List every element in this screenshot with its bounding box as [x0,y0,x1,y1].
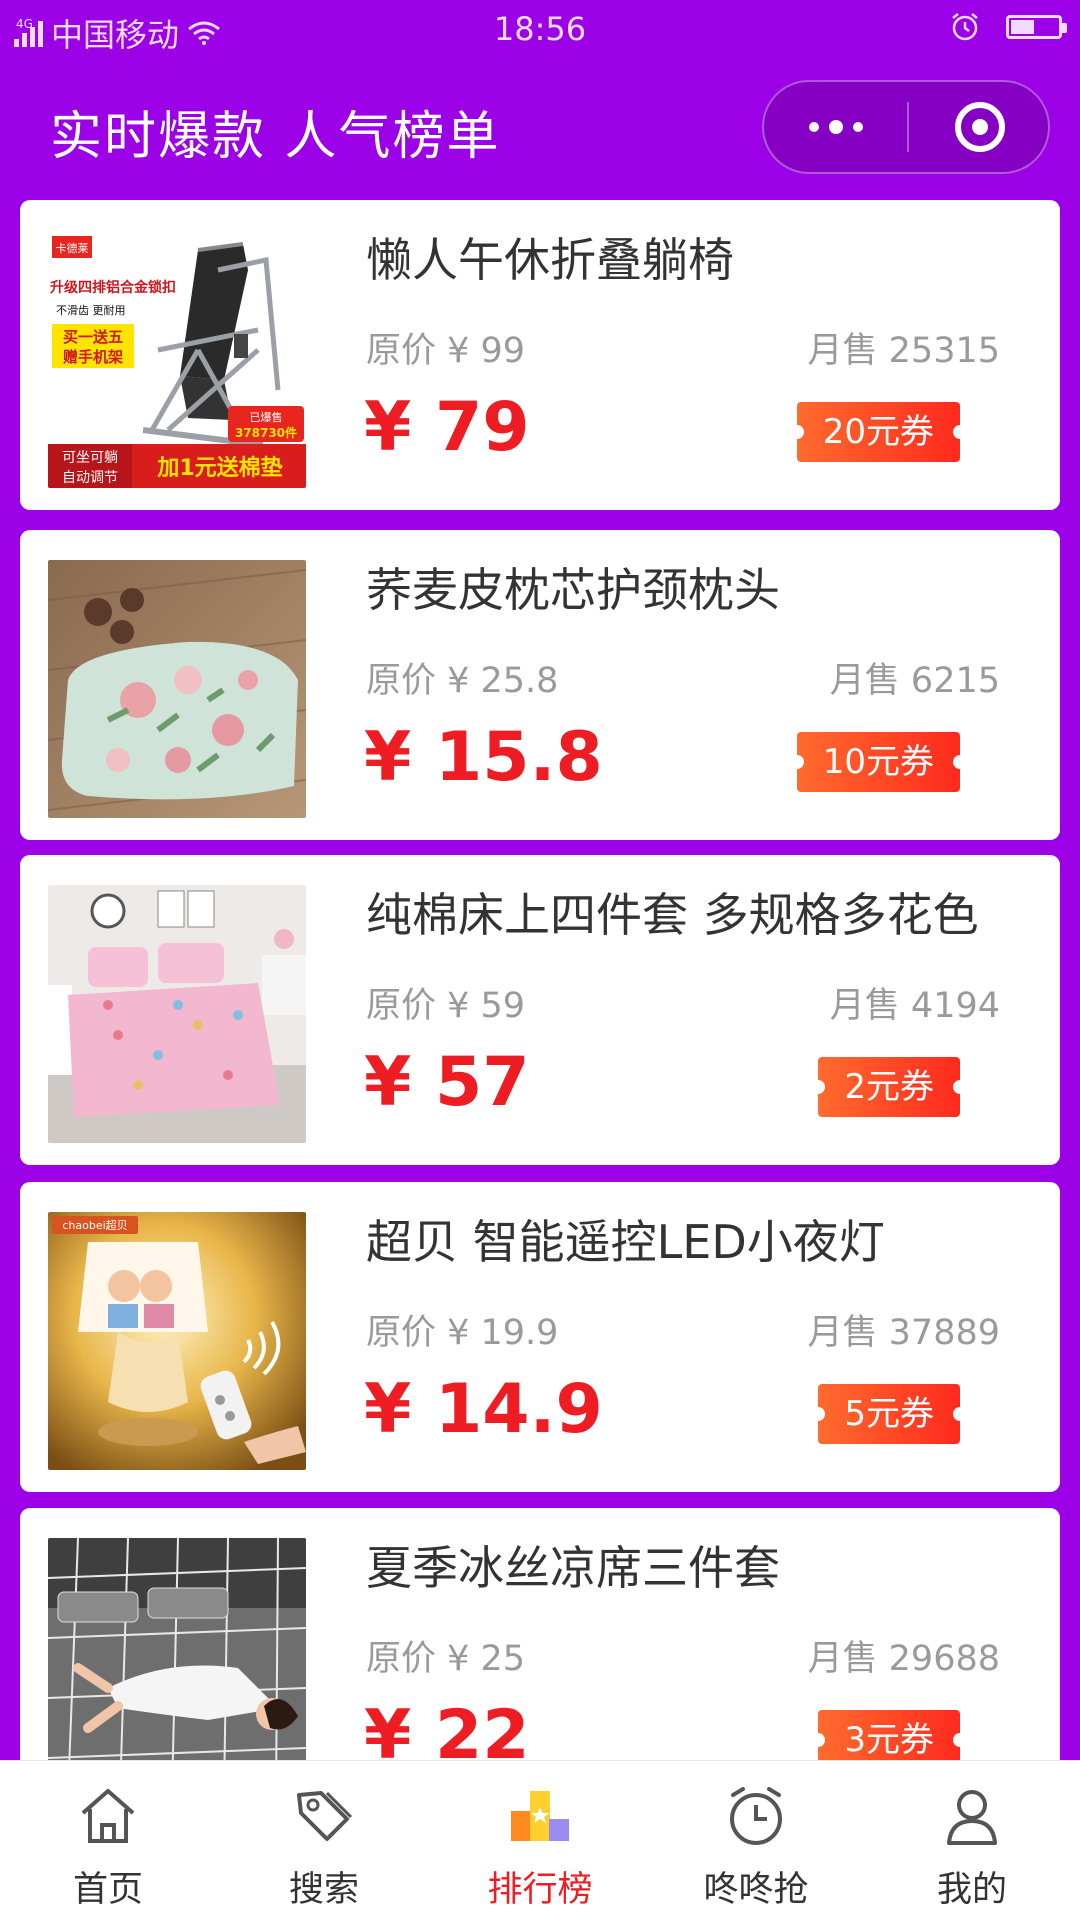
product-image-bedding[interactable] [48,885,306,1143]
coupon-badge[interactable]: 2元券 [811,1057,967,1117]
sale-price: ¥ 57 [364,1043,530,1122]
status-time: 18:56 [493,10,587,48]
tab-label: 咚咚抢 [703,1870,809,1910]
coupon-badge[interactable]: 5元券 [811,1384,967,1444]
tab-profile[interactable]: 我的 [864,1761,1080,1921]
monthly-sales: 月售 29688 [807,1639,1000,1679]
coupon-badge[interactable]: 20元券 [789,402,968,462]
home-icon [73,1781,143,1851]
tab-label: 排行榜 [487,1870,593,1910]
svg-text:赠手机架: 赠手机架 [63,348,123,366]
monthly-sales: 月售 37889 [807,1313,1000,1353]
sale-price: ¥ 15.8 [364,718,603,797]
tab-home[interactable]: 首页 [0,1761,216,1921]
tab-label: 搜索 [288,1870,359,1910]
product-title: 夏季冰丝凉席三件套 [366,1541,780,1595]
status-right [950,12,1067,42]
svg-text:chaobei超贝: chaobei超贝 [62,1218,127,1232]
original-price: 原价 ¥ 25 [366,1639,526,1679]
tab-bar: 首页 搜索 排行榜 咚咚抢 我的 [0,1760,1080,1921]
svg-text:卡德莱: 卡德莱 [56,241,89,255]
tab-search[interactable]: 搜索 [216,1761,432,1921]
svg-text:买一送五: 买一送五 [63,328,123,346]
battery-icon [1006,15,1067,39]
ranking-icon [505,1781,575,1851]
battery-level [1011,20,1034,34]
original-price: 原价 ¥ 19.9 [366,1313,559,1353]
product-card[interactable]: 卡德莱 升级四排铝合金锁扣 不滑齿 更耐用 买一送五 赠手机架 已爆售 3787… [20,200,1060,510]
svg-text:不滑齿 更耐用: 不滑齿 更耐用 [56,304,126,317]
product-card[interactable]: chaobei超贝 超贝 智能遥控LED小夜灯 原价 ¥ 19.9 月售 378… [20,1182,1060,1492]
target-icon[interactable] [909,82,1050,172]
svg-text:已爆售: 已爆售 [250,410,283,424]
product-title: 超贝 智能遥控LED小夜灯 [366,1215,885,1269]
product-title: 懒人午休折叠躺椅 [366,233,734,287]
coupon-badge[interactable]: 10元券 [789,732,968,792]
svg-text:升级四排铝合金锁扣: 升级四排铝合金锁扣 [50,279,176,296]
product-card[interactable]: 荞麦皮枕芯护颈枕头 原价 ¥ 25.8 月售 6215 ¥ 15.8 10元券 [20,530,1060,840]
product-image-chair[interactable]: 卡德莱 升级四排铝合金锁扣 不滑齿 更耐用 买一送五 赠手机架 已爆售 3787… [48,230,306,488]
svg-text:自动调节: 自动调节 [62,470,118,486]
monthly-sales: 月售 4194 [829,986,1000,1026]
product-image-pillow[interactable] [48,560,306,818]
status-bar: 4G 中国移动 18:56 [0,0,1080,60]
svg-text:可坐可躺: 可坐可躺 [62,450,118,466]
more-dots-icon[interactable] [764,82,907,172]
alarm-icon [952,13,978,41]
product-image-night-light[interactable]: chaobei超贝 [48,1212,306,1470]
sale-price: ¥ 14.9 [364,1370,603,1449]
header: 实时爆款 人气榜单 [0,60,1080,190]
tab-ranking[interactable]: 排行榜 [432,1761,648,1921]
monthly-sales: 月售 6215 [829,661,1000,701]
product-card[interactable]: 纯棉床上四件套 多规格多花色 原价 ¥ 59 月售 4194 ¥ 57 2元券 [20,855,1060,1165]
page-title: 实时爆款 人气榜单 [50,107,501,167]
original-price: 原价 ¥ 25.8 [366,661,559,701]
product-title: 纯棉床上四件套 多规格多花色 [366,888,979,942]
product-image-mat[interactable] [48,1538,306,1796]
tab-label: 首页 [72,1870,143,1910]
tab-flash-sale[interactable]: 咚咚抢 [648,1761,864,1921]
original-price: 原价 ¥ 59 [366,986,526,1026]
tag-icon [289,1781,359,1851]
monthly-sales: 月售 25315 [807,331,1000,371]
mini-program-capsule [762,80,1050,174]
product-title: 荞麦皮枕芯护颈枕头 [366,563,780,617]
user-icon [937,1781,1007,1851]
svg-text:加1元送棉垫: 加1元送棉垫 [156,455,282,481]
alarm-clock-icon [721,1781,791,1851]
svg-text:378730件: 378730件 [235,425,297,440]
sale-price: ¥ 79 [364,388,530,467]
tab-label: 我的 [936,1870,1007,1910]
original-price: 原价 ¥ 99 [366,331,526,371]
